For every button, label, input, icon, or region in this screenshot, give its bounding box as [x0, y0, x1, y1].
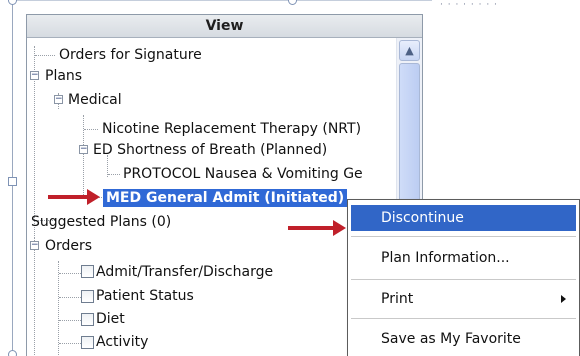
tree-connector [83, 115, 84, 197]
tree-item-protocol-nausea[interactable]: PROTOCOL Nausea & Vomiting Ge [123, 163, 363, 185]
order-checkbox-patient-status[interactable] [81, 290, 94, 303]
screenshot-stage: · · · · · · · · View Orders for Signatur… [0, 0, 580, 356]
menu-separator [351, 279, 576, 280]
menu-item-print[interactable]: Print [351, 286, 576, 312]
tree-connector [58, 261, 59, 356]
clipped-toolbar-text: · · · · · · · · [440, 0, 498, 10]
tree-item-label: Nicotine Replacement Therapy (NRT) [102, 121, 362, 137]
menu-separator [351, 236, 576, 237]
tree-item-label: Medical [68, 92, 122, 108]
tree-connector [59, 343, 81, 344]
tree-connector [84, 129, 98, 130]
order-checkbox-admit-transfer[interactable] [81, 265, 94, 278]
tree-item-patient-status[interactable]: Patient Status [96, 285, 194, 307]
tree-item-label: Admit/Transfer/Discharge [96, 264, 274, 280]
menu-item-label: Save as My Favorite [381, 331, 521, 347]
tree-item-label: MED General Admit (Initiated) [103, 189, 348, 207]
tree-item-orders[interactable]: Orders [45, 235, 92, 257]
order-checkbox-activity[interactable] [81, 336, 94, 349]
tree-item-label: ED Shortness of Breath (Planned) [93, 142, 328, 158]
menu-item-plan-information[interactable]: Plan Information... [351, 245, 576, 271]
tree-connector [59, 273, 81, 274]
tree-item-label: PROTOCOL Nausea & Vomiting Ge [123, 166, 363, 182]
tree-item-medical[interactable]: Medical [68, 89, 122, 111]
tree-item-suggested-plans[interactable]: Suggested Plans (0) [31, 211, 171, 233]
tree-item-label: Orders [45, 238, 93, 254]
tree-item-label: Suggested Plans (0) [31, 214, 172, 230]
tree-item-orders-for-signature[interactable]: Orders for Signature [59, 44, 202, 66]
tree-item-ed-shortness-of-breath[interactable]: ED Shortness of Breath (Planned) [93, 139, 327, 161]
panel-title: View [27, 15, 422, 38]
tree-item-label: Diet [96, 311, 125, 327]
menu-item-label: Discontinue [381, 210, 464, 226]
order-checkbox-diet[interactable] [81, 313, 94, 326]
resize-handle-top-left[interactable] [8, 0, 17, 5]
menu-item-discontinue[interactable]: Discontinue [351, 205, 576, 231]
tree-item-diet[interactable]: Diet [96, 308, 125, 330]
minus-box-icon[interactable]: − [30, 71, 39, 80]
tree-connector [35, 55, 55, 56]
tree-item-label: Plans [45, 68, 83, 84]
tree-item-nicotine-replacement[interactable]: Nicotine Replacement Therapy (NRT) [102, 118, 361, 140]
tree-connector [59, 320, 81, 321]
context-menu: Discontinue Plan Information... Print Sa… [347, 199, 580, 356]
tree-item-label: Orders for Signature [59, 47, 202, 63]
menu-item-save-as-favorite[interactable]: Save as My Favorite [351, 326, 576, 352]
tree-connector [34, 237, 35, 356]
frame-top-edge [12, 0, 432, 1]
tree-item-label: Activity [96, 334, 149, 350]
minus-box-icon[interactable]: − [79, 145, 88, 154]
scrollbar-thumb[interactable] [399, 63, 420, 213]
red-pointer-arrow-icon [288, 220, 346, 236]
menu-item-label: Print [381, 291, 414, 307]
triangle-right-icon [561, 295, 566, 303]
tree-item-activity[interactable]: Activity [96, 331, 148, 353]
minus-box-icon[interactable]: − [30, 241, 39, 250]
resize-handle-left-mid[interactable] [8, 177, 17, 186]
tree-item-plans[interactable]: Plans [45, 65, 82, 87]
minus-box-icon[interactable]: − [54, 95, 63, 104]
tree-item-label: Patient Status [96, 288, 194, 304]
tree-connector [59, 297, 81, 298]
chevron-up-icon[interactable]: ▲ [399, 40, 420, 61]
tree-item-med-general-admit[interactable]: MED General Admit (Initiated) [103, 187, 348, 209]
red-pointer-arrow-icon [48, 189, 100, 205]
resize-handle-bottom-left[interactable] [8, 350, 17, 356]
menu-separator [351, 318, 576, 319]
tree-item-admit-transfer-discharge[interactable]: Admit/Transfer/Discharge [96, 261, 273, 283]
tree-connector [108, 174, 120, 175]
menu-item-label: Plan Information... [381, 250, 510, 266]
resize-handle-top-mid[interactable] [288, 0, 297, 5]
